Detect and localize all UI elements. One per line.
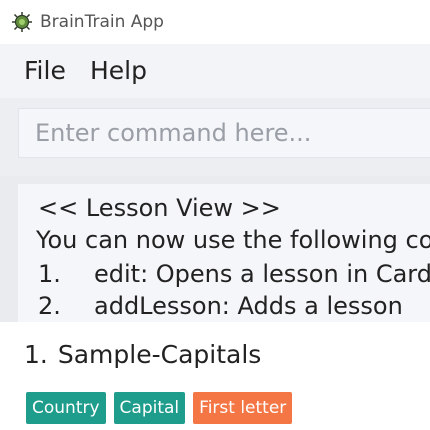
tag-capital: Capital <box>113 392 186 424</box>
result-line-text: edit: Opens a lesson in Card V <box>94 260 430 288</box>
result-line-number: 1. <box>38 260 61 288</box>
lesson-name: Sample-Capitals <box>57 340 262 369</box>
lesson-list-item[interactable]: 1. Sample-Capitals Country Capital First … <box>0 322 430 430</box>
result-line: << Lesson View >> <box>38 194 281 222</box>
result-line-text: addLesson: Adds a lesson <box>94 292 403 320</box>
lesson-title: 1. Sample-Capitals <box>24 340 261 369</box>
result-line-number: 2. <box>38 292 61 320</box>
lesson-index: 1. <box>24 340 48 369</box>
window-title: BrainTrain App <box>40 12 164 32</box>
result-display[interactable]: << Lesson View >> You can now use the fo… <box>18 184 430 322</box>
result-line: 2. addLesson: Adds a lesson <box>38 292 403 320</box>
title-bar: BrainTrain App <box>0 0 430 44</box>
tag-country: Country <box>26 392 106 424</box>
result-line-text: << Lesson View >> <box>38 194 281 222</box>
result-line: 1. edit: Opens a lesson in Card V <box>38 260 430 288</box>
menu-help[interactable]: Help <box>90 56 147 85</box>
tag-first-letter: First letter <box>193 392 293 424</box>
command-input[interactable] <box>18 108 430 158</box>
command-box <box>0 98 430 176</box>
result-line-text: You can now use the following cor <box>36 226 430 254</box>
menu-bar: File Help <box>0 44 430 98</box>
result-line: You can now use the following cor <box>36 226 430 254</box>
result-display-panel: << Lesson View >> You can now use the fo… <box>0 176 430 322</box>
menu-file[interactable]: File <box>24 56 66 85</box>
lesson-tags: Country Capital First letter <box>26 392 293 424</box>
brain-bug-icon <box>12 12 32 32</box>
